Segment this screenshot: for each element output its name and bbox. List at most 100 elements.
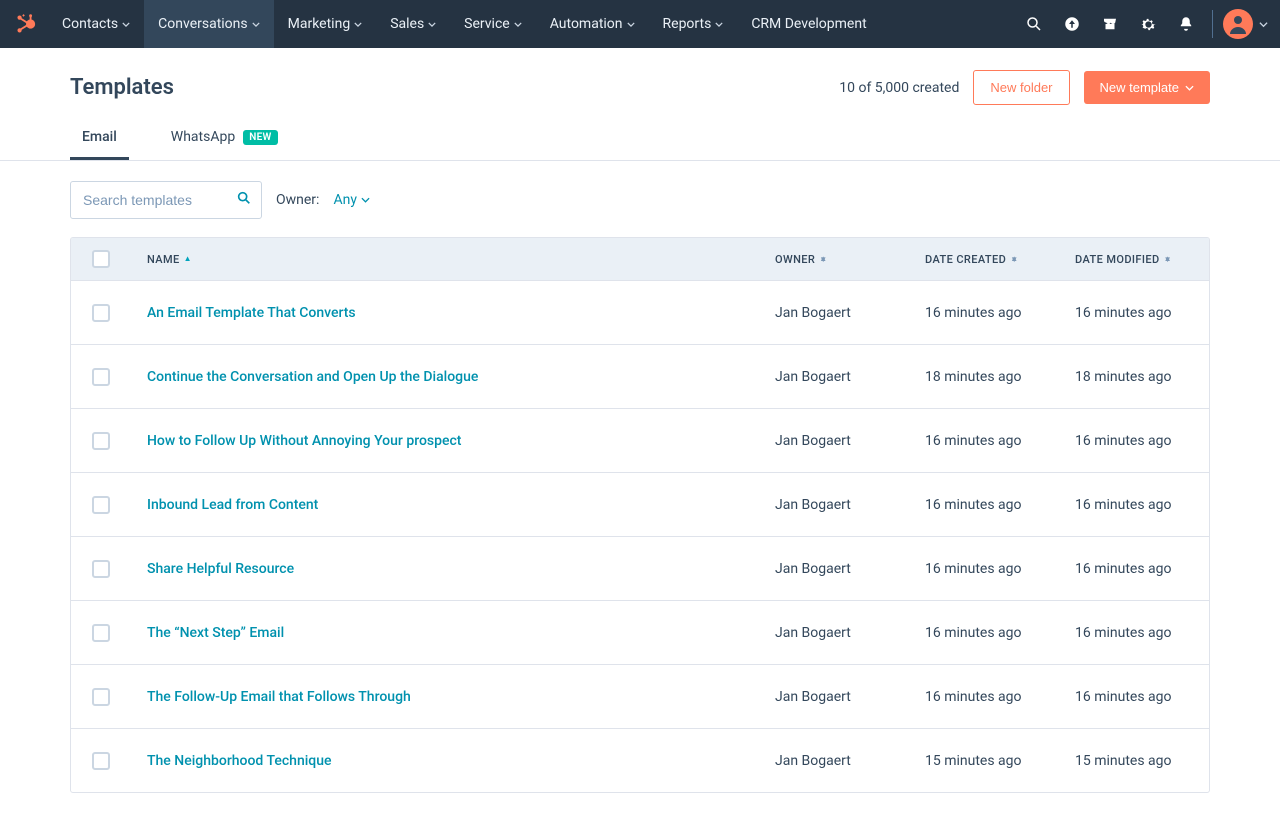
owner-cell: Jan Bogaert xyxy=(759,433,909,449)
upgrade-icon[interactable] xyxy=(1062,14,1082,34)
table-row: Continue the Conversation and Open Up th… xyxy=(71,344,1209,408)
row-checkbox[interactable] xyxy=(92,688,110,706)
top-nav: ContactsConversationsMarketingSalesServi… xyxy=(0,0,1280,48)
owner-cell: Jan Bogaert xyxy=(759,753,909,769)
sort-icon: ▲▼ xyxy=(819,259,827,260)
owner-cell: Jan Bogaert xyxy=(759,625,909,641)
col-modified-header[interactable]: DATE MODIFIED ▲▼ xyxy=(1059,253,1209,266)
nav-item-contacts[interactable]: Contacts xyxy=(48,0,144,48)
row-checkbox[interactable] xyxy=(92,304,110,322)
table-row: Share Helpful ResourceJan Bogaert16 minu… xyxy=(71,536,1209,600)
created-cell: 16 minutes ago xyxy=(909,305,1059,321)
owner-value: Any xyxy=(333,192,357,208)
select-all-checkbox[interactable] xyxy=(92,250,110,268)
created-cell: 18 minutes ago xyxy=(909,369,1059,385)
search-icon[interactable] xyxy=(1024,14,1044,34)
notifications-icon[interactable] xyxy=(1176,14,1196,34)
new-badge: NEW xyxy=(243,130,277,145)
created-cell: 15 minutes ago xyxy=(909,753,1059,769)
chevron-down-icon xyxy=(122,22,130,27)
marketplace-icon[interactable] xyxy=(1100,14,1120,34)
col-owner-header[interactable]: OWNER ▲▼ xyxy=(759,253,909,266)
modified-cell: 16 minutes ago xyxy=(1059,625,1209,641)
chevron-down-icon xyxy=(354,22,362,27)
owner-cell: Jan Bogaert xyxy=(759,497,909,513)
table-body: An Email Template That Converts Jan Bogae… xyxy=(71,280,1209,792)
nav-right-icons xyxy=(1024,14,1196,34)
templates-table: NAME ▲ OWNER ▲▼ DATE CREATED ▲▼ DATE MOD… xyxy=(70,237,1210,793)
owner-cell: Jan Bogaert xyxy=(759,561,909,577)
owner-cell: Jan Bogaert xyxy=(759,305,909,321)
toolbar: Owner: Any xyxy=(70,161,1210,237)
account-menu[interactable] xyxy=(1223,9,1268,39)
template-name-link[interactable]: The Neighborhood Technique xyxy=(147,753,332,769)
table-row: An Email Template That Converts Jan Bogae… xyxy=(71,280,1209,344)
sort-icon: ▲▼ xyxy=(1164,259,1172,260)
nav-item-reports[interactable]: Reports xyxy=(649,0,738,48)
hubspot-logo[interactable] xyxy=(12,10,40,38)
search-input[interactable] xyxy=(70,181,262,219)
avatar xyxy=(1223,9,1253,39)
nav-item-marketing[interactable]: Marketing xyxy=(274,0,377,48)
template-name-link[interactable]: Continue the Conversation and Open Up th… xyxy=(147,369,478,385)
chevron-down-icon xyxy=(1185,85,1194,91)
search-wrap xyxy=(70,181,262,219)
created-cell: 16 minutes ago xyxy=(909,433,1059,449)
modified-cell: 15 minutes ago xyxy=(1059,753,1209,769)
template-name-link[interactable]: The “Next Step” Email xyxy=(147,625,284,641)
page-title: Templates xyxy=(70,75,174,100)
created-cell: 16 minutes ago xyxy=(909,497,1059,513)
new-folder-button[interactable]: New folder xyxy=(973,70,1069,105)
row-checkbox[interactable] xyxy=(92,624,110,642)
nav-items: ContactsConversationsMarketingSalesServi… xyxy=(48,0,881,48)
owner-filter[interactable]: Any xyxy=(333,192,370,208)
page-header: Templates 10 of 5,000 created New folder… xyxy=(70,48,1210,119)
nav-item-automation[interactable]: Automation xyxy=(536,0,649,48)
sort-icon: ▲▼ xyxy=(1010,259,1018,260)
nav-item-sales[interactable]: Sales xyxy=(376,0,450,48)
table-row: The “Next Step” EmailJan Bogaert16 minut… xyxy=(71,600,1209,664)
modified-cell: 18 minutes ago xyxy=(1059,369,1209,385)
chevron-down-icon xyxy=(1259,20,1268,29)
table-header: NAME ▲ OWNER ▲▼ DATE CREATED ▲▼ DATE MOD… xyxy=(71,238,1209,280)
template-name-link[interactable]: The Follow-Up Email that Follows Through xyxy=(147,689,411,705)
template-name-link[interactable]: Share Helpful Resource xyxy=(147,561,294,577)
chevron-down-icon xyxy=(514,22,522,27)
settings-icon[interactable] xyxy=(1138,14,1158,34)
modified-cell: 16 minutes ago xyxy=(1059,497,1209,513)
new-template-label: New template xyxy=(1100,80,1179,95)
table-row: The Neighborhood TechniqueJan Bogaert15 … xyxy=(71,728,1209,792)
nav-item-crm-development[interactable]: CRM Development xyxy=(737,0,880,48)
template-name-link[interactable]: How to Follow Up Without Annoying Your p… xyxy=(147,433,461,449)
row-checkbox[interactable] xyxy=(92,560,110,578)
modified-cell: 16 minutes ago xyxy=(1059,305,1209,321)
owner-cell: Jan Bogaert xyxy=(759,369,909,385)
table-row: The Follow-Up Email that Follows Through… xyxy=(71,664,1209,728)
created-cell: 16 minutes ago xyxy=(909,625,1059,641)
chevron-down-icon xyxy=(715,22,723,27)
table-row: How to Follow Up Without Annoying Your p… xyxy=(71,408,1209,472)
new-template-button[interactable]: New template xyxy=(1084,71,1210,104)
row-checkbox[interactable] xyxy=(92,432,110,450)
col-name-header[interactable]: NAME ▲ xyxy=(131,253,759,266)
row-checkbox[interactable] xyxy=(92,368,110,386)
template-name-link[interactable]: Inbound Lead from Content xyxy=(147,497,318,513)
tabs: Email WhatsAppNEW xyxy=(0,119,1280,161)
tab-whatsapp[interactable]: WhatsAppNEW xyxy=(159,119,290,160)
nav-item-conversations[interactable]: Conversations xyxy=(144,0,273,48)
col-created-header[interactable]: DATE CREATED ▲▼ xyxy=(909,253,1059,266)
chevron-down-icon xyxy=(428,22,436,27)
template-name-link[interactable]: An Email Template That Converts xyxy=(147,305,356,321)
nav-item-service[interactable]: Service xyxy=(450,0,536,48)
table-row: Inbound Lead from ContentJan Bogaert16 m… xyxy=(71,472,1209,536)
created-count: 10 of 5,000 created xyxy=(839,80,959,96)
modified-cell: 16 minutes ago xyxy=(1059,561,1209,577)
created-cell: 16 minutes ago xyxy=(909,561,1059,577)
row-checkbox[interactable] xyxy=(92,752,110,770)
chevron-down-icon xyxy=(361,197,370,203)
row-checkbox[interactable] xyxy=(92,496,110,514)
modified-cell: 16 minutes ago xyxy=(1059,689,1209,705)
owner-cell: Jan Bogaert xyxy=(759,689,909,705)
tab-email[interactable]: Email xyxy=(70,119,129,160)
created-cell: 16 minutes ago xyxy=(909,689,1059,705)
